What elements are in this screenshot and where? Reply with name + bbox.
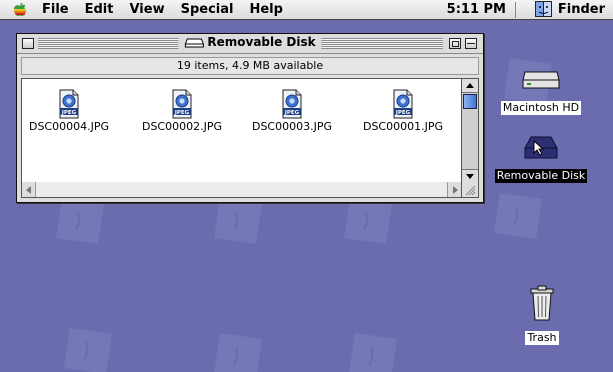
scroll-up-button[interactable]: [462, 79, 478, 93]
scroll-right-button[interactable]: [447, 182, 461, 197]
svg-text:JPEG: JPEG: [61, 110, 77, 116]
close-box-button[interactable]: [22, 38, 34, 49]
window-title-text: Removable Disk: [207, 35, 316, 49]
vertical-scroll-thumb[interactable]: [463, 94, 477, 109]
desktop-icon-label: Trash: [525, 331, 559, 345]
scroll-down-button[interactable]: [462, 169, 478, 183]
mouse-pointer-icon: [533, 140, 545, 156]
window-info-bar: 19 items, 4.9 MB available: [21, 57, 479, 75]
active-app-name: Finder: [557, 1, 605, 17]
file-item[interactable]: JPEG DSC00003.JPG: [247, 89, 337, 133]
resize-grip-icon: [465, 185, 476, 196]
file-name: DSC00003.JPG: [251, 120, 333, 133]
jpeg-file-icon: JPEG: [172, 89, 192, 119]
menu-special[interactable]: Special: [181, 2, 234, 17]
file-item[interactable]: JPEG DSC00004.JPG: [24, 89, 114, 133]
arrow-down-icon: [466, 174, 474, 179]
desktop-pattern-icon: [349, 333, 397, 372]
svg-text:JPEG: JPEG: [174, 110, 190, 116]
jpeg-file-icon: JPEG: [282, 89, 302, 119]
window-title-bar[interactable]: Removable Disk: [17, 34, 483, 54]
trash-icon: [530, 285, 554, 321]
file-item[interactable]: JPEG DSC00002.JPG: [137, 89, 227, 133]
file-icon-view[interactable]: JPEG DSC00004.JPG JPEG DSC00002.JPG JPEG…: [21, 78, 462, 184]
desktop-icon-label: Macintosh HD: [500, 101, 582, 115]
menu-edit[interactable]: Edit: [85, 2, 114, 17]
menu-bar: File Edit View Special Help 5:11 PM Find…: [0, 0, 613, 20]
desktop-pattern-icon: [214, 333, 262, 372]
finder-icon: [534, 1, 552, 17]
desktop-icon-label: Removable Disk: [494, 169, 588, 183]
arrow-up-icon: [466, 83, 474, 88]
menu-clock[interactable]: 5:11 PM: [447, 2, 506, 17]
resize-grow-box[interactable]: [462, 182, 479, 198]
scroll-left-button[interactable]: [22, 182, 36, 197]
desktop-pattern-icon: [494, 193, 542, 239]
zoom-box-button[interactable]: [449, 38, 461, 49]
arrow-left-icon: [26, 186, 31, 194]
file-item[interactable]: JPEG DSC00001.JPG: [358, 89, 448, 133]
removable-disk-icon: [184, 38, 204, 48]
desktop-icon-trash[interactable]: Trash: [520, 284, 564, 345]
hard-disk-icon: [522, 71, 560, 89]
vertical-scrollbar[interactable]: [462, 78, 479, 184]
collapse-box-button[interactable]: [465, 38, 477, 49]
horizontal-scrollbar[interactable]: [21, 182, 462, 198]
menu-help[interactable]: Help: [249, 2, 282, 17]
svg-text:JPEG: JPEG: [395, 110, 411, 116]
application-menu[interactable]: Finder: [534, 1, 605, 17]
menu-file[interactable]: File: [42, 2, 69, 17]
menu-view[interactable]: View: [129, 2, 164, 17]
desktop-icon-macintosh-hd[interactable]: Macintosh HD: [499, 62, 583, 115]
file-name: DSC00004.JPG: [28, 120, 110, 133]
arrow-right-icon: [453, 186, 458, 194]
apple-menu-icon[interactable]: [12, 2, 28, 18]
jpeg-file-icon: JPEG: [393, 89, 413, 119]
desktop-pattern-icon: [64, 328, 112, 372]
svg-text:JPEG: JPEG: [284, 110, 300, 116]
file-name: DSC00002.JPG: [141, 120, 223, 133]
window-title: Removable Disk: [178, 35, 322, 49]
finder-window[interactable]: Removable Disk 19 items, 4.9 MB availabl…: [16, 33, 484, 203]
jpeg-file-icon: JPEG: [59, 89, 79, 119]
menu-separator: [515, 2, 516, 18]
desktop-icon-removable-disk[interactable]: Removable Disk: [491, 134, 591, 183]
file-name: DSC00001.JPG: [362, 120, 444, 133]
